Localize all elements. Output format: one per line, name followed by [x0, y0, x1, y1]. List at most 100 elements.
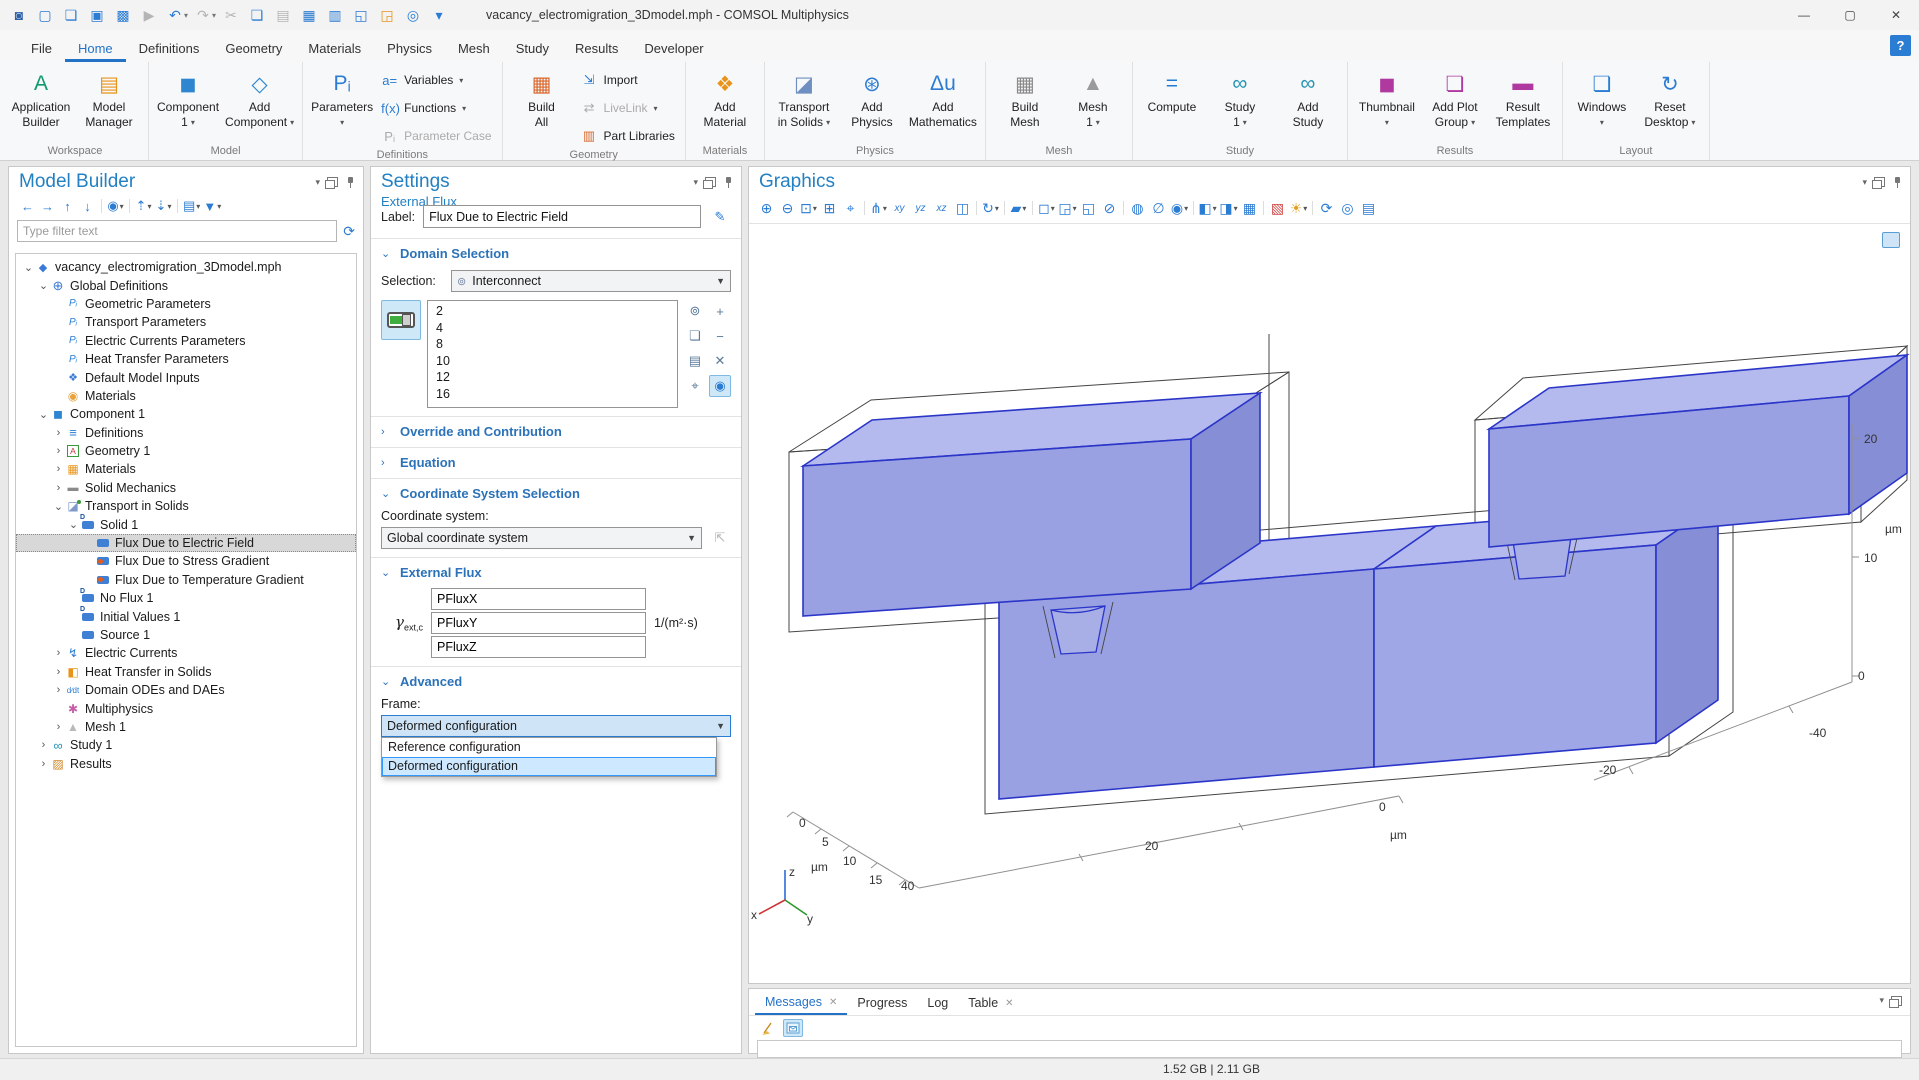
find-icon[interactable]: ◎ [400, 4, 426, 26]
reset-desktop-button[interactable]: ↻ResetDesktop▾ [1636, 65, 1704, 131]
filter-icon[interactable]: ▼▾ [203, 197, 221, 215]
tree-item-electric-currents-parameters[interactable]: Electric Currents Parameters [16, 332, 356, 350]
coordinate-system-header[interactable]: ⌄ Coordinate System Selection [381, 486, 731, 501]
float-panel-icon[interactable] [1891, 996, 1902, 1006]
zoom-box-icon[interactable]: ⊡▾ [799, 197, 818, 219]
thumbnail-caret[interactable]: ▾ [1385, 115, 1389, 130]
plot-in-new-window-caret[interactable]: ▾ [1234, 204, 1238, 213]
add-to-selection-icon[interactable]: + [709, 300, 731, 322]
copy-icon[interactable]: ❏ [244, 4, 270, 26]
expander-icon[interactable]: › [52, 647, 65, 659]
color-theme-icon[interactable]: ▧ [1268, 197, 1287, 219]
expander-icon[interactable]: › [37, 758, 50, 770]
panel-menu-icon[interactable]: ▾ [1862, 177, 1867, 188]
compute-button[interactable]: =Compute [1138, 65, 1206, 116]
menu-physics[interactable]: Physics [374, 35, 445, 62]
tree-item-results[interactable]: ›Results [16, 755, 356, 773]
menu-materials[interactable]: Materials [295, 35, 374, 62]
variables-caret[interactable]: ▾ [459, 76, 463, 85]
tree-item-default-model-inputs[interactable]: Default Model Inputs [16, 368, 356, 386]
go-to-default-view-caret[interactable]: ▾ [883, 204, 887, 213]
parameters-caret[interactable]: ▾ [340, 115, 344, 130]
add-component-caret[interactable]: ▾ [290, 115, 294, 130]
windows-button[interactable]: ❏Windows▾ [1568, 65, 1636, 131]
domain-selection-list[interactable]: 248101216 [427, 300, 678, 408]
tree-item-definitions[interactable]: ›Definitions [16, 424, 356, 442]
view-xy-icon[interactable]: xy [890, 197, 909, 219]
rotate-icon[interactable]: ↻▾ [981, 197, 1000, 219]
tree-item-geometric-parameters[interactable]: Geometric Parameters [16, 295, 356, 313]
tree-item-flux-due-to-electric-field[interactable]: Flux Due to Electric Field [16, 534, 356, 552]
windows-caret[interactable]: ▾ [1600, 115, 1604, 130]
select-domains-icon[interactable]: ▰▾ [1009, 197, 1028, 219]
collapse-all-icon[interactable]: ⇡▾ [135, 197, 152, 215]
zoom-to-selection-icon[interactable]: ⌖ [841, 197, 860, 219]
expander-icon[interactable]: › [52, 666, 65, 678]
tree-filter-input[interactable] [17, 220, 337, 242]
add-physics-button[interactable]: ⊛AddPhysics [838, 65, 906, 131]
box-select-caret[interactable]: ▾ [1051, 204, 1055, 213]
go-to-default-view-icon[interactable]: ⋔▾ [869, 197, 888, 219]
expander-icon[interactable]: ⌄ [22, 261, 35, 274]
menu-developer[interactable]: Developer [631, 35, 716, 62]
tree-item-heat-transfer-parameters[interactable]: Heat Transfer Parameters [16, 350, 356, 368]
tree-item-solid-1[interactable]: ⌄Solid 1 [16, 515, 356, 533]
split-view-icon[interactable]: ◧▾ [1198, 197, 1217, 219]
model-tree-node-text-caret[interactable]: ▾ [196, 202, 200, 211]
tree-item-geometry-1[interactable]: ›Geometry 1 [16, 442, 356, 460]
coordinate-system-combobox[interactable]: Global coordinate system ▼ [381, 527, 702, 549]
close-icon[interactable]: ✕ [1873, 0, 1919, 30]
image-snapshot-icon[interactable]: ◎ [1338, 197, 1357, 219]
tree-item-vacancy-electromigration-3dmodel-mph[interactable]: ⌄vacancy_electromigration_3Dmodel.mph [16, 258, 356, 276]
close-tab-icon[interactable]: ✕ [829, 997, 837, 1008]
livelink-caret[interactable]: ▾ [654, 104, 658, 113]
expander-icon[interactable]: ⌄ [67, 518, 80, 531]
functions-caret[interactable]: ▾ [462, 104, 466, 113]
show-icon[interactable]: ◉▾ [107, 197, 124, 215]
visibility-icon[interactable]: ◉▾ [1170, 197, 1189, 219]
window-grid-icon[interactable]: ▦ [1240, 197, 1259, 219]
override-header[interactable]: › Override and Contribution [381, 424, 731, 439]
expander-icon[interactable]: ⌄ [37, 279, 50, 292]
comsol-logo-icon[interactable]: ◙ [6, 4, 32, 26]
plot-context-icon[interactable] [1882, 232, 1900, 248]
menu-home[interactable]: Home [65, 35, 126, 62]
view-yz-icon[interactable]: yz [911, 197, 930, 219]
panel-menu-icon[interactable]: ▾ [315, 177, 320, 188]
menu-file[interactable]: File [18, 35, 65, 62]
tree-item-electric-currents[interactable]: ›Electric Currents [16, 644, 356, 662]
message-options-icon[interactable] [783, 1019, 803, 1037]
domain-value-16[interactable]: 16 [428, 386, 677, 403]
tab-table[interactable]: Table✕ [958, 991, 1023, 1015]
select-adjacent-icon[interactable]: ◱ [1079, 197, 1098, 219]
advanced-header[interactable]: ⌄ Advanced [381, 674, 731, 689]
plot-in-new-window-icon[interactable]: ◨▾ [1219, 197, 1238, 219]
label-input[interactable] [423, 205, 701, 228]
save-as-icon[interactable]: ▩ [110, 4, 136, 26]
toolbar-overflow-icon[interactable]: ▾ [426, 4, 452, 26]
float-panel-icon[interactable] [1874, 177, 1885, 187]
functions-button[interactable]: f(x)Functions▾ [376, 96, 496, 120]
tab-log[interactable]: Log [917, 991, 958, 1015]
domain-value-4[interactable]: 4 [428, 320, 677, 337]
tree-item-flux-due-to-stress-gradient[interactable]: Flux Due to Stress Gradient [16, 552, 356, 570]
application-builder-button[interactable]: AApplicationBuilder [7, 65, 75, 131]
tree-item-transport-in-solids[interactable]: ⌄Transport in Solids [16, 497, 356, 515]
redo-caret[interactable]: ▾ [212, 11, 216, 20]
expander-icon[interactable]: ⌄ [37, 408, 50, 421]
add-mathematics-button[interactable]: ΔuAddMathematics [906, 65, 980, 131]
transparency-icon[interactable]: ◍ [1128, 197, 1147, 219]
pin-panel-icon[interactable] [1892, 176, 1902, 189]
variables-button[interactable]: a=Variables▾ [376, 68, 496, 92]
rotate-caret[interactable]: ▾ [995, 204, 999, 213]
minimize-icon[interactable]: — [1781, 0, 1827, 30]
menu-definitions[interactable]: Definitions [126, 35, 213, 62]
float-panel-icon[interactable] [705, 177, 716, 187]
filter-caret[interactable]: ▾ [217, 202, 221, 211]
tab-messages[interactable]: Messages✕ [755, 991, 847, 1015]
move-down-icon[interactable]: ↓ [79, 197, 96, 215]
equation-header[interactable]: › Equation [381, 455, 731, 470]
flux-field-y[interactable] [431, 612, 646, 634]
help-icon[interactable]: ? [1890, 35, 1911, 56]
domain-value-12[interactable]: 12 [428, 369, 677, 386]
